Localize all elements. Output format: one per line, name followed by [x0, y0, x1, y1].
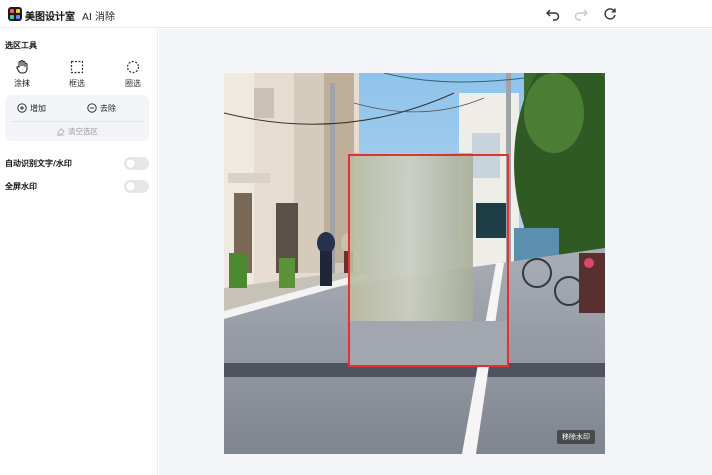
canvas-area: 移除水印: [159, 29, 712, 475]
eraser-icon: [56, 128, 65, 136]
mode-brush-label: 涂抹: [14, 79, 30, 88]
auto-detect-toggle[interactable]: [124, 157, 149, 170]
mode-brush[interactable]: 涂抹: [7, 59, 37, 89]
toggle-knob: [126, 159, 135, 168]
section-title: 选区工具: [5, 41, 37, 50]
option-auto-detect: 自动识别文字/水印: [5, 157, 149, 171]
mode-rect[interactable]: 框选: [62, 59, 92, 89]
undo-icon[interactable]: [545, 6, 561, 22]
clear-selection-label: 清空选区: [68, 127, 98, 136]
app-logo-icon: [8, 7, 22, 21]
sidebar: 选区工具 涂抹 框选 圈选 增加 去除 清空选区 自动识别文字/水印 全屏水印: [0, 29, 158, 475]
mode-lasso[interactable]: 圈选: [118, 59, 148, 89]
option-fullscreen-watermark-label: 全屏水印: [5, 182, 37, 191]
clear-selection-button[interactable]: 清空选区: [5, 126, 149, 137]
app-brand: 美图设计室: [25, 12, 75, 23]
photo-canvas[interactable]: 移除水印: [224, 73, 605, 454]
selection-rectangle[interactable]: [348, 154, 509, 367]
remove-button[interactable]: 去除: [87, 101, 116, 115]
lasso-select-icon: [125, 59, 141, 75]
redo-icon[interactable]: [573, 6, 589, 22]
add-button-label: 增加: [30, 103, 46, 113]
remove-button-label: 去除: [100, 103, 116, 113]
rect-select-icon: [69, 59, 85, 75]
option-auto-detect-label: 自动识别文字/水印: [5, 159, 72, 168]
selection-card: 增加 去除 清空选区: [5, 95, 149, 141]
divider: [11, 121, 143, 122]
mode-rect-label: 框选: [69, 79, 85, 88]
add-button[interactable]: 增加: [17, 101, 46, 115]
minus-circle-icon: [87, 103, 97, 113]
top-bar: 美图设计室 AI 消除: [0, 0, 712, 28]
refresh-icon[interactable]: [602, 6, 618, 22]
option-fullscreen-watermark: 全屏水印: [5, 180, 149, 194]
tool-title: AI 消除: [82, 12, 115, 23]
fullscreen-watermark-toggle[interactable]: [124, 180, 149, 193]
mode-lasso-label: 圈选: [125, 79, 141, 88]
remove-watermark-button[interactable]: 移除水印: [557, 430, 595, 444]
toggle-knob: [126, 182, 135, 191]
plus-circle-icon: [17, 103, 27, 113]
brush-hand-icon: [14, 59, 30, 75]
